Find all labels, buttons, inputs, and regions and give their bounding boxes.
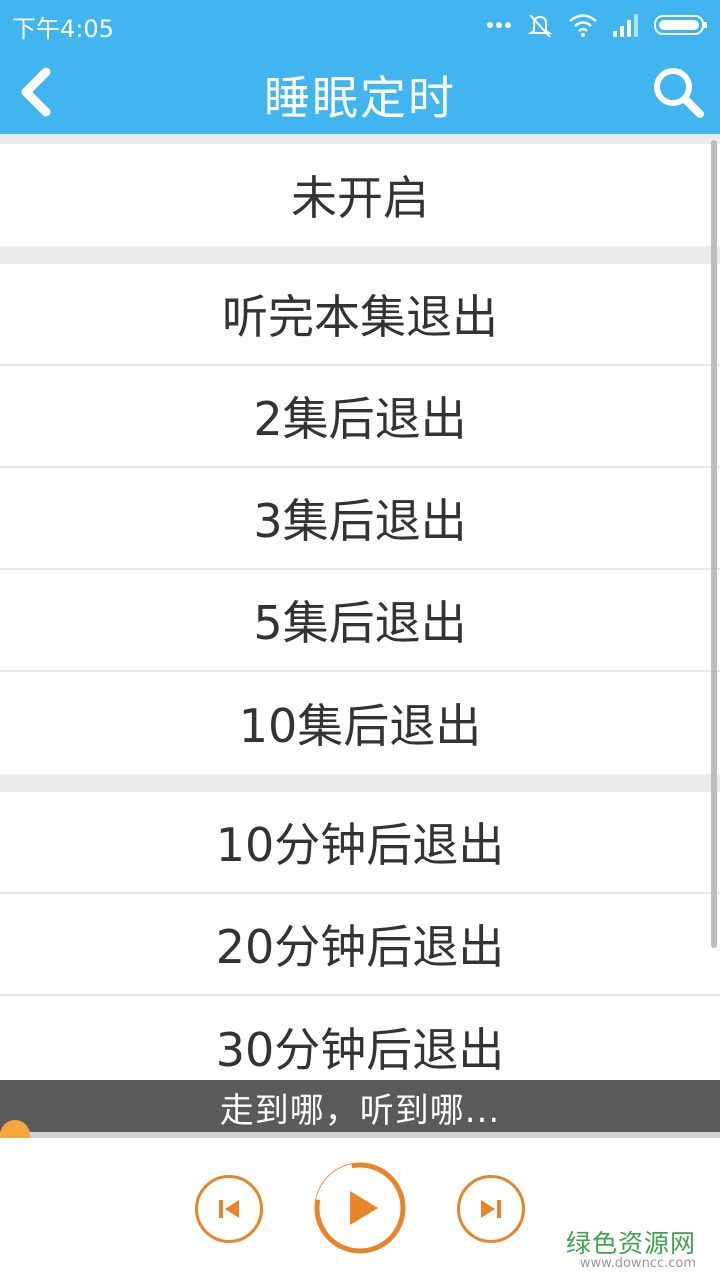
page-title: 睡眠定时: [264, 71, 456, 125]
list-scrollbar[interactable]: [711, 140, 717, 948]
signal-icon: [613, 14, 638, 37]
marquee-text: 走到哪，听到哪...: [0, 1080, 720, 1134]
option-off[interactable]: 未开启: [0, 144, 720, 246]
more-dots-icon: [487, 22, 511, 28]
option-group-off: 未开启: [0, 144, 720, 246]
wifi-icon: [569, 14, 597, 37]
option-10-minutes[interactable]: 10分钟后退出: [0, 792, 720, 894]
option-5-episodes[interactable]: 5集后退出: [0, 570, 720, 672]
search-icon: [654, 68, 704, 118]
status-time: 下午4:05: [12, 15, 114, 43]
option-10-episodes[interactable]: 10集后退出: [0, 672, 720, 774]
option-3-episodes[interactable]: 3集后退出: [0, 468, 720, 570]
prev-button[interactable]: [195, 1175, 263, 1243]
next-button[interactable]: [457, 1175, 525, 1243]
search-button[interactable]: [644, 58, 712, 126]
play-button[interactable]: [312, 1160, 408, 1256]
play-icon: [314, 1162, 406, 1254]
app-bar: 睡眠定时: [0, 50, 720, 134]
battery-icon: [654, 15, 707, 35]
prev-icon: [219, 1200, 239, 1218]
status-icons: [486, 10, 708, 40]
watermark-url: www.downcc.com: [579, 1256, 696, 1271]
watermark-logo-text: 绿色资源网: [565, 1229, 696, 1258]
option-30-minutes[interactable]: 30分钟后退出: [0, 996, 720, 1080]
status-bar: 下午4:05: [0, 0, 720, 50]
next-icon: [481, 1200, 501, 1218]
timer-option-list[interactable]: 未开启 听完本集退出 2集后退出 3集后退出 5集后退出 10集后退出 10分钟…: [0, 134, 720, 1080]
option-2-episodes[interactable]: 2集后退出: [0, 366, 720, 468]
option-finish-current[interactable]: 听完本集退出: [0, 264, 720, 366]
option-group-episodes: 听完本集退出 2集后退出 3集后退出 5集后退出 10集后退出: [0, 264, 720, 774]
option-20-minutes[interactable]: 20分钟后退出: [0, 894, 720, 996]
option-group-minutes: 10分钟后退出 20分钟后退出 30分钟后退出: [0, 792, 720, 1080]
mute-icon: [527, 14, 553, 38]
